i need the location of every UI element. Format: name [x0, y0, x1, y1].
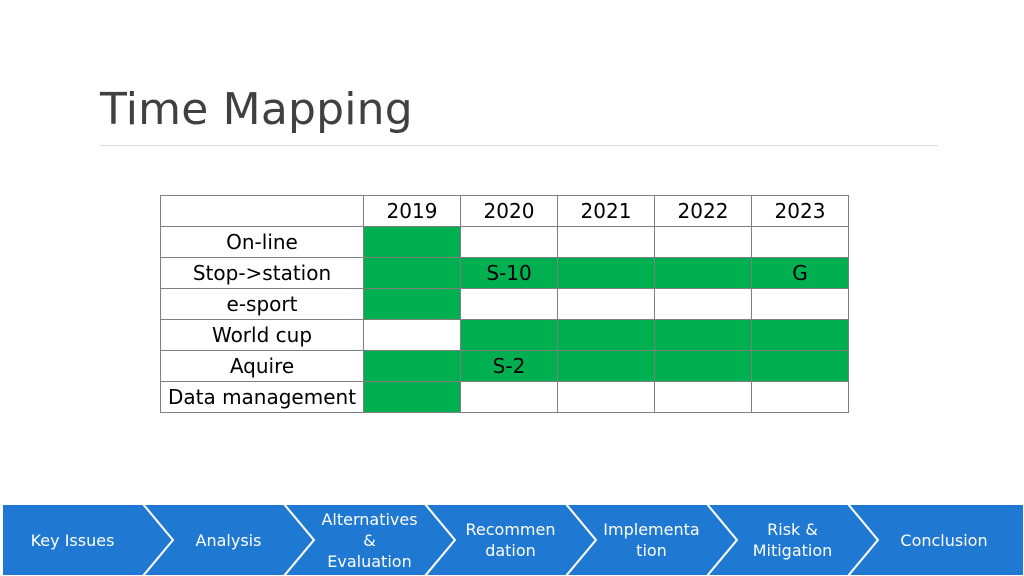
active-cell: [557, 350, 655, 382]
active-cell: [751, 350, 849, 382]
table-row: e-sport: [160, 288, 849, 320]
process-step-label: Key Issues: [30, 530, 115, 550]
year-header-1: 2020: [460, 195, 558, 227]
year-header-0: 2019: [363, 195, 461, 227]
empty-cell: [363, 319, 461, 351]
table-row: Stop->station S-10 G: [160, 257, 849, 289]
process-step-label: Conclusion: [900, 530, 988, 550]
empty-cell: [460, 288, 558, 320]
empty-cell: [654, 226, 752, 258]
process-step-label: Recommen dation: [465, 520, 556, 560]
row-label: Aquire: [160, 350, 364, 382]
table-row: Data management: [160, 381, 849, 413]
active-cell: [460, 319, 558, 351]
empty-cell: [654, 288, 752, 320]
active-cell: [363, 350, 461, 382]
active-cell: S-2: [460, 350, 558, 382]
process-step-label: Risk & Mitigation: [752, 520, 833, 560]
empty-cell: [557, 226, 655, 258]
year-header-4: 2023: [751, 195, 849, 227]
active-cell: [751, 319, 849, 351]
row-label: Data management: [160, 381, 364, 413]
empty-cell: [460, 381, 558, 413]
row-label: e-sport: [160, 288, 364, 320]
active-cell: [557, 319, 655, 351]
corner-cell: [160, 195, 364, 227]
empty-cell: [460, 226, 558, 258]
active-cell: [654, 319, 752, 351]
active-cell: [363, 257, 461, 289]
header-row: 2019 2020 2021 2022 2023: [160, 195, 849, 227]
active-cell: G: [751, 257, 849, 289]
table-row: Aquire S-2: [160, 350, 849, 382]
active-cell: [654, 350, 752, 382]
empty-cell: [557, 381, 655, 413]
active-cell: [557, 257, 655, 289]
row-label: On-line: [160, 226, 364, 258]
row-label: World cup: [160, 319, 364, 351]
process-step-label: Alternatives & Evaluation: [321, 509, 418, 571]
slide-title: Time Mapping: [100, 84, 413, 135]
empty-cell: [654, 381, 752, 413]
empty-cell: [751, 226, 849, 258]
time-mapping-table: 2019 2020 2021 2022 2023 On-line Stop->station…: [160, 195, 849, 413]
row-label: Stop->station: [160, 257, 364, 289]
empty-cell: [751, 381, 849, 413]
active-cell: [363, 288, 461, 320]
year-header-3: 2022: [654, 195, 752, 227]
process-step-label: Analysis: [195, 530, 262, 550]
active-cell: [654, 257, 752, 289]
active-cell: [363, 381, 461, 413]
table-row: On-line: [160, 226, 849, 258]
active-cell: [363, 226, 461, 258]
empty-cell: [557, 288, 655, 320]
title-divider: [100, 145, 938, 146]
active-cell: S-10: [460, 257, 558, 289]
process-step-label: Implementa tion: [603, 520, 700, 560]
empty-cell: [751, 288, 849, 320]
table-row: World cup: [160, 319, 849, 351]
process-bar: Key Issues Analysis Alternatives & Evaluat…: [0, 504, 1024, 576]
year-header-2: 2021: [557, 195, 655, 227]
